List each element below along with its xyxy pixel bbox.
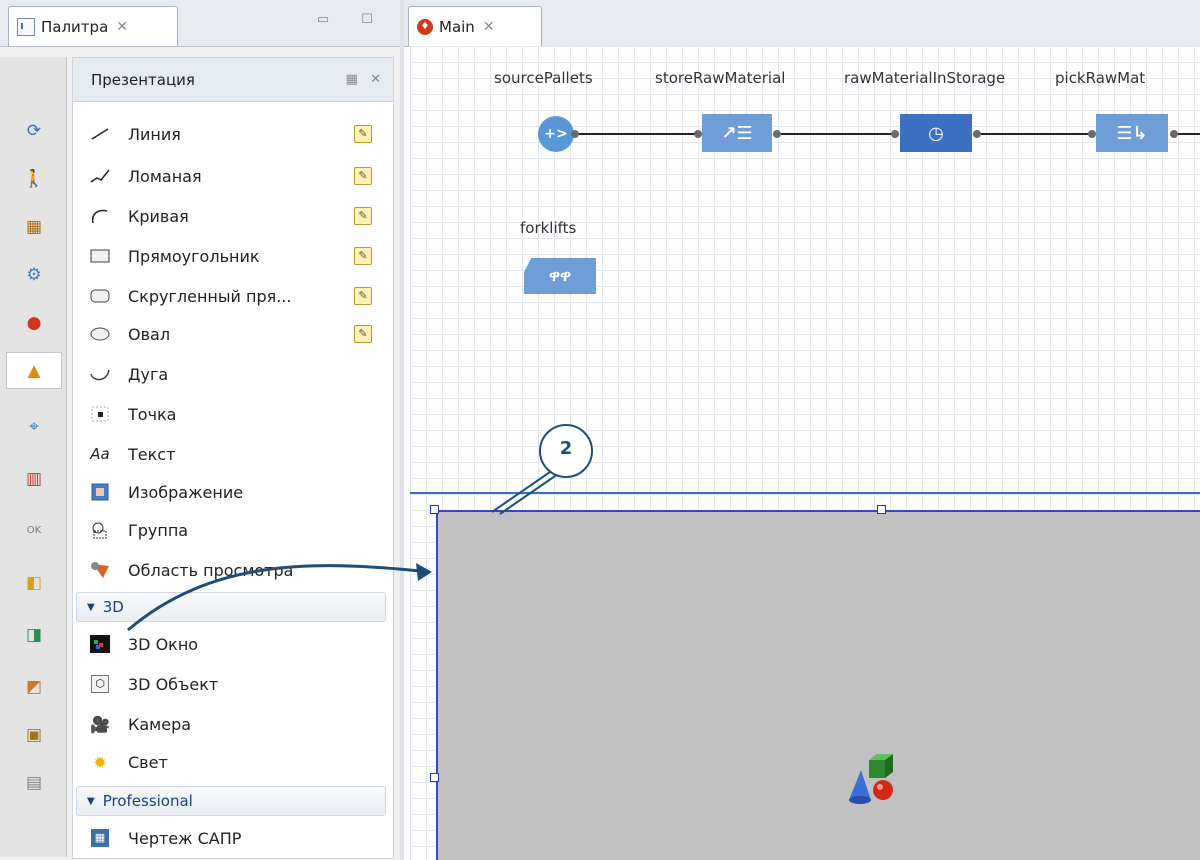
drag-arrow-head [416, 563, 432, 581]
callout-leader-line [499, 473, 559, 515]
annotation-overlay [127, 424, 593, 632]
drag-arrow-path [127, 564, 421, 632]
callout-leader-line [491, 471, 551, 513]
callout-number: 2 [559, 438, 573, 459]
